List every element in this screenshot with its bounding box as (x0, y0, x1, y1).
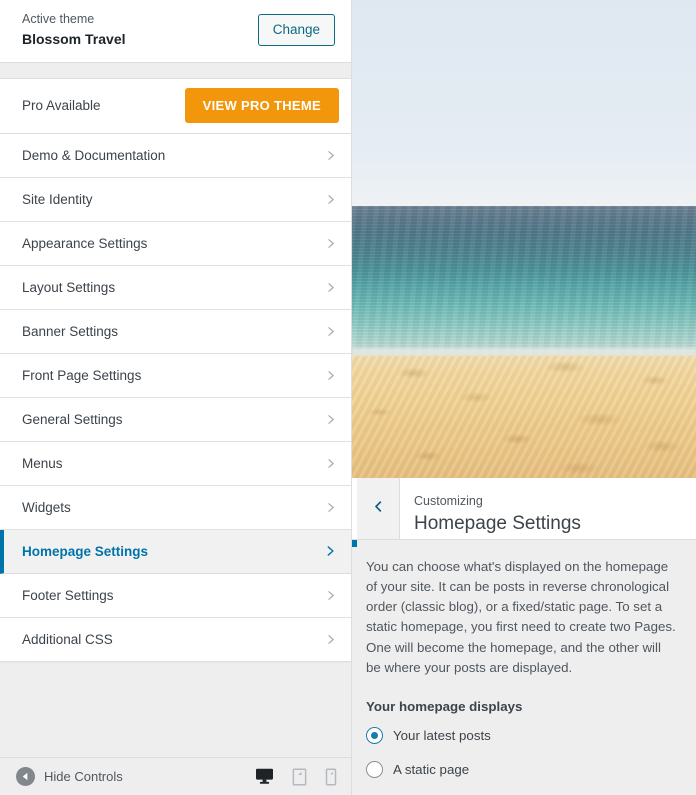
customizer-app: Active theme Blossom Travel Change Pro A… (0, 0, 696, 795)
sidebar-item-homepage-settings[interactable]: Homepage Settings (0, 529, 351, 574)
preview-sky (352, 0, 696, 206)
active-theme-info: Active theme Blossom Travel (22, 11, 126, 49)
tablet-preview-icon[interactable] (292, 767, 307, 786)
sidebar-item-front-page-settings[interactable]: Front Page Settings (0, 353, 351, 398)
sidebar-item-label: Demo & Documentation (22, 147, 166, 163)
radio-option-label: A static page (393, 762, 470, 777)
sidebar-item-site-identity[interactable]: Site Identity (0, 177, 351, 222)
radio-option-latest-posts[interactable]: Your latest posts (366, 727, 678, 744)
sidebar-item-label: Footer Settings (22, 587, 114, 603)
sidebar-item-widgets[interactable]: Widgets (0, 485, 351, 530)
hide-controls-button[interactable]: Hide Controls (16, 767, 123, 786)
chevron-right-icon (324, 237, 337, 250)
sidebar-item-banner-settings[interactable]: Banner Settings (0, 309, 351, 354)
chevron-right-icon (324, 325, 337, 338)
sidebar-item-label: Homepage Settings (22, 543, 149, 559)
chevron-right-icon (324, 193, 337, 206)
site-preview-area: Customizing Homepage Settings You can ch… (352, 0, 696, 795)
customizer-footer-bar: Hide Controls (0, 757, 351, 795)
radio-button-icon[interactable] (366, 761, 383, 778)
homepage-displays-label: Your homepage displays (366, 699, 523, 714)
panel-title: Homepage Settings (414, 512, 581, 534)
sidebar-item-label: Front Page Settings (22, 367, 142, 383)
view-pro-theme-button[interactable]: VIEW PRO THEME (184, 88, 339, 124)
radio-option-static-page[interactable]: A static page (366, 761, 678, 778)
customizer-detail-panel: Customizing Homepage Settings You can ch… (352, 478, 696, 795)
beach-preview-image (352, 0, 696, 478)
preview-sand (352, 356, 696, 478)
sidebar-item-label: Appearance Settings (22, 235, 148, 251)
chevron-right-icon (324, 589, 337, 602)
chevron-right-icon (324, 457, 337, 470)
sidebar-item-general-settings[interactable]: General Settings (0, 397, 351, 442)
sidebar-item-footer-settings[interactable]: Footer Settings (0, 573, 351, 618)
radio-option-label: Your latest posts (393, 728, 491, 743)
sidebar-item-label: General Settings (22, 411, 123, 427)
panel-breadcrumb: Customizing (414, 494, 483, 509)
sidebar-item-label: Widgets (22, 499, 71, 515)
chevron-right-icon (324, 369, 337, 382)
radio-button-icon[interactable] (366, 727, 383, 744)
mobile-preview-icon[interactable] (325, 767, 337, 786)
sidebar-item-label: Site Identity (22, 191, 93, 207)
desktop-preview-icon[interactable] (255, 768, 274, 785)
panel-back-button[interactable] (357, 478, 400, 539)
chevron-right-icon (324, 281, 337, 294)
panel-header: Customizing Homepage Settings (352, 478, 696, 540)
sidebar-item-menus[interactable]: Menus (0, 441, 351, 486)
collapse-left-icon (16, 767, 35, 786)
sidebar-item-label: Layout Settings (22, 279, 116, 295)
panel-body: You can choose what's displayed on the h… (352, 539, 696, 795)
chevron-right-icon (324, 633, 337, 646)
sidebar-empty-area (0, 661, 351, 757)
customizer-sidebar: Active theme Blossom Travel Change Pro A… (0, 0, 352, 795)
customizer-section-list: Demo & Documentation Site Identity Appea… (0, 133, 351, 662)
sidebar-item-demo-documentation[interactable]: Demo & Documentation (0, 133, 351, 178)
chevron-right-icon (323, 544, 337, 558)
sidebar-item-label: Banner Settings (22, 323, 119, 339)
device-preview-group (255, 767, 337, 786)
chevron-right-icon (324, 149, 337, 162)
change-theme-button[interactable]: Change (257, 14, 335, 46)
sidebar-item-label: Additional CSS (22, 631, 113, 647)
panel-title-group: Customizing Homepage Settings (400, 478, 581, 539)
sidebar-spacer (0, 62, 351, 79)
sidebar-item-label: Menus (22, 455, 63, 471)
chevron-left-icon (371, 499, 386, 517)
pro-available-row: Pro Available VIEW PRO THEME (0, 78, 351, 134)
panel-description: You can choose what's displayed on the h… (366, 558, 676, 675)
active-theme-header: Active theme Blossom Travel Change (0, 0, 351, 63)
sidebar-item-additional-css[interactable]: Additional CSS (0, 617, 351, 662)
hide-controls-label: Hide Controls (44, 769, 123, 784)
active-theme-label: Active theme (22, 12, 95, 26)
chevron-right-icon (324, 501, 337, 514)
sidebar-item-layout-settings[interactable]: Layout Settings (0, 265, 351, 310)
preview-ocean (352, 206, 696, 356)
pro-available-label: Pro Available (22, 98, 101, 114)
sidebar-item-appearance-settings[interactable]: Appearance Settings (0, 221, 351, 266)
chevron-right-icon (324, 413, 337, 426)
active-theme-name: Blossom Travel (22, 30, 126, 47)
